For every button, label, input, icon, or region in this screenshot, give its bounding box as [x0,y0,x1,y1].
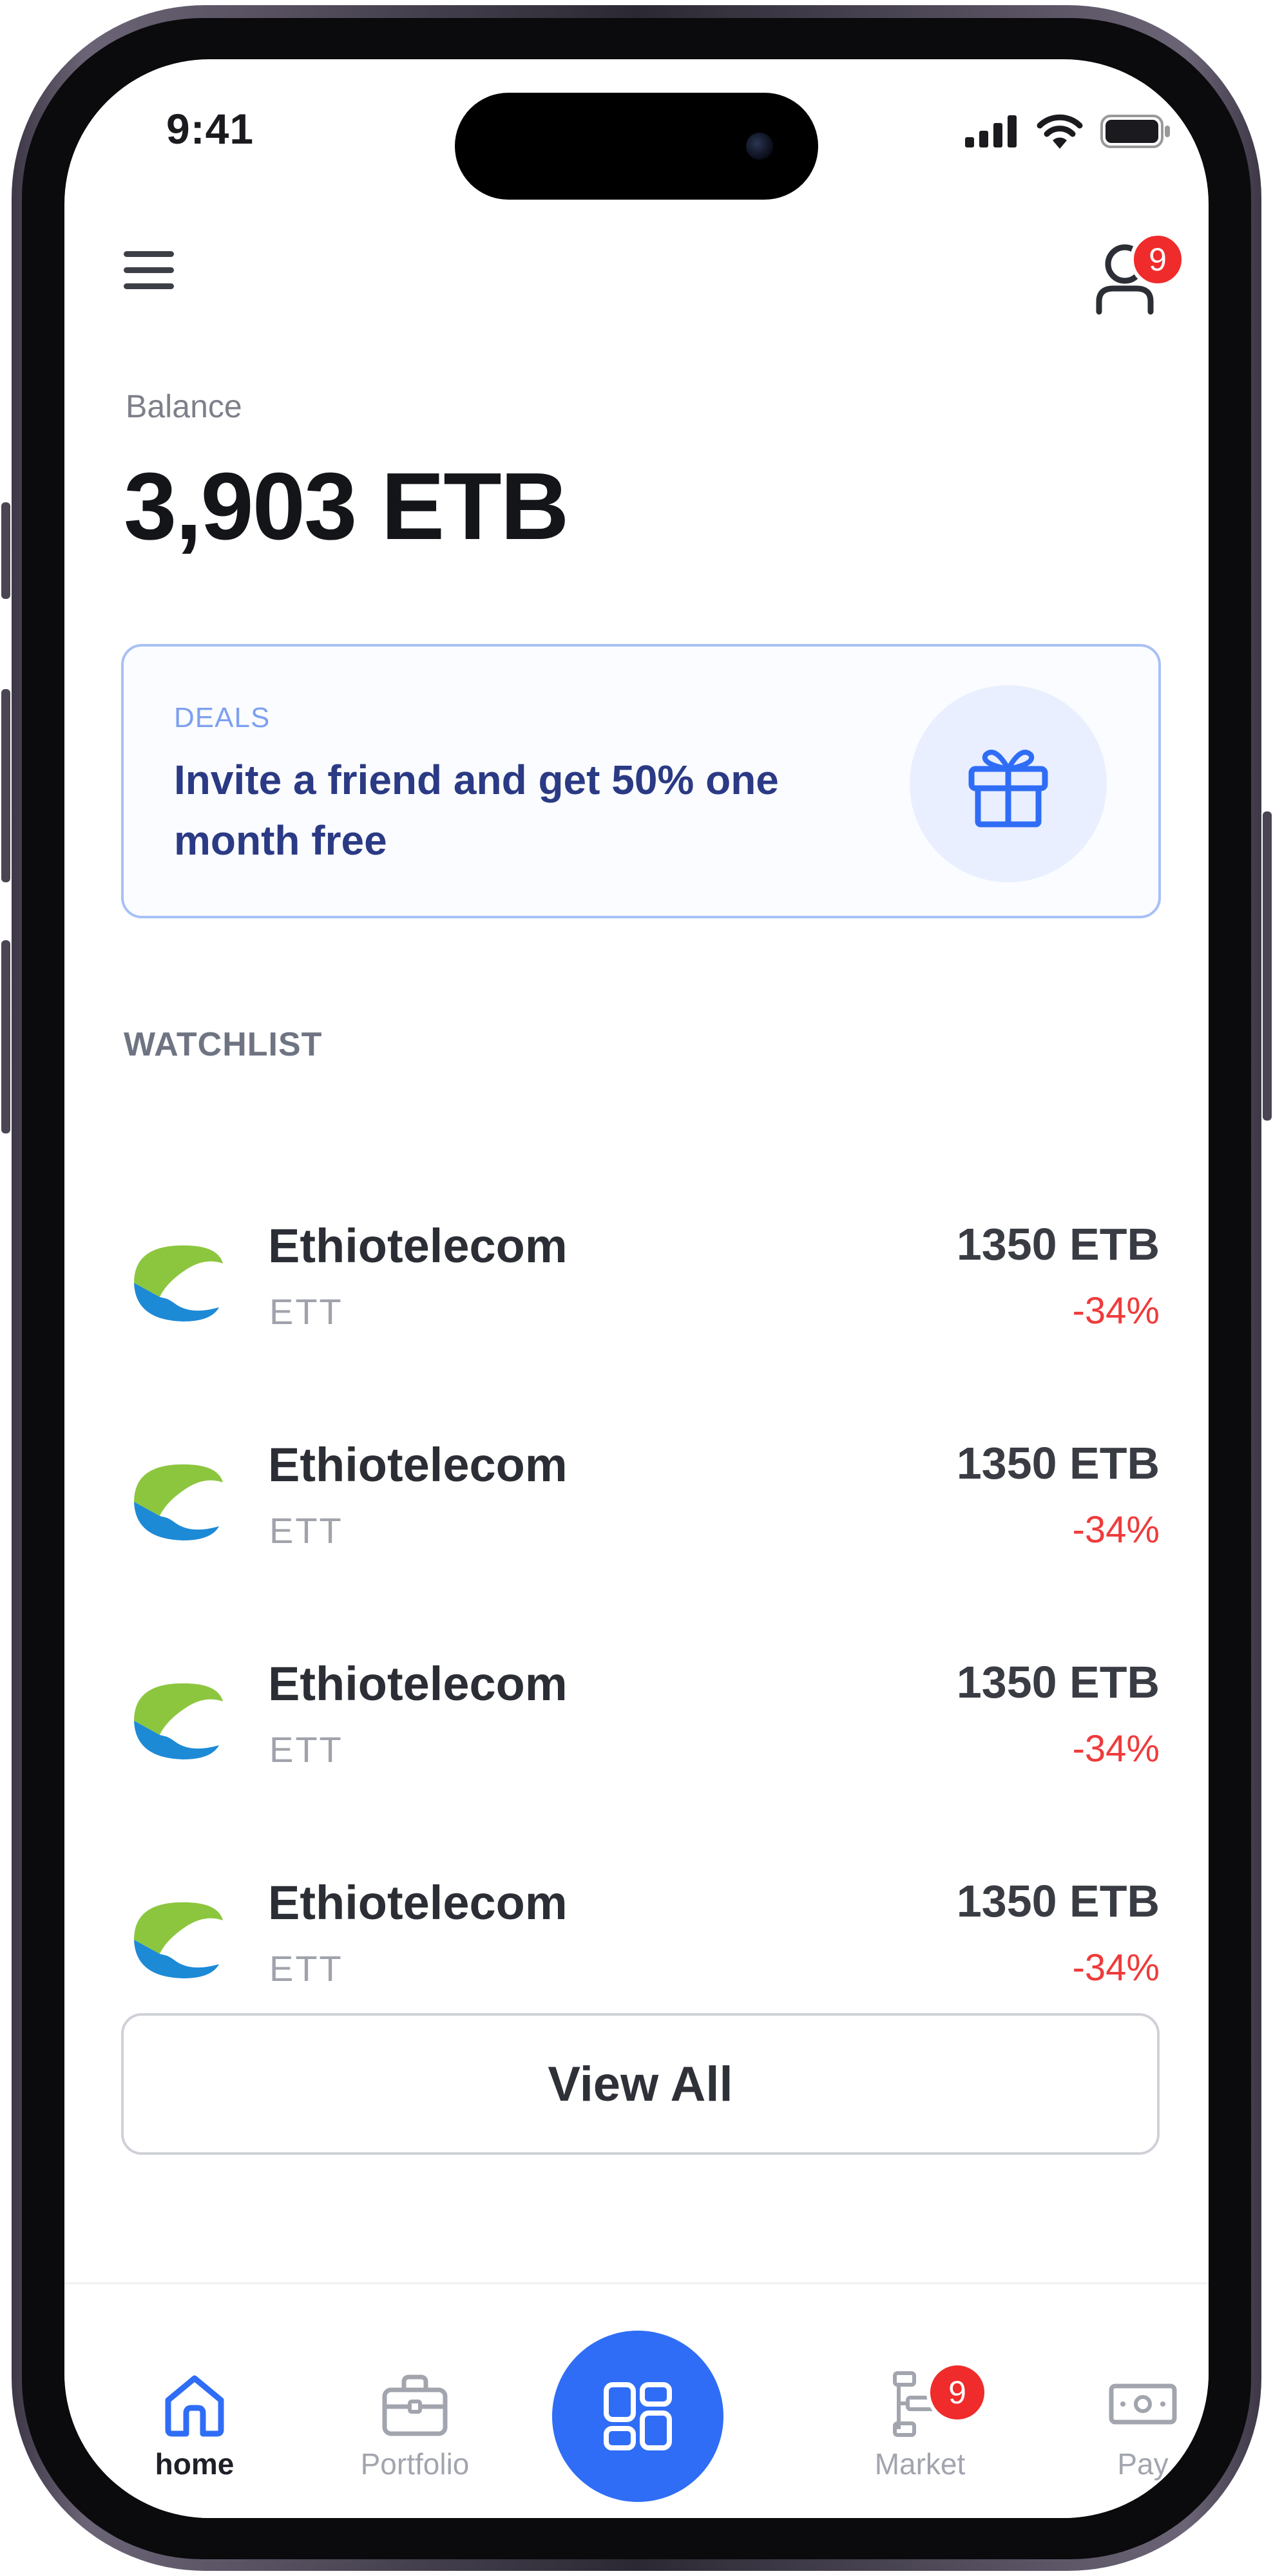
status-time: 9:41 [166,105,254,153]
watchlist-item[interactable]: Ethiotelecom ETT 1350 ETB -34% [121,1631,1160,1792]
deals-text: Invite a friend and get 50% one month fr… [174,757,779,864]
balance-value: 3,903 ETB [124,453,569,560]
stock-symbol: ETT [269,1510,343,1551]
watchlist-item[interactable]: Ethiotelecom ETT 1350 ETB -34% [121,1412,1160,1573]
ethiotelecom-logo-icon [134,1683,223,1759]
stock-name: Ethiotelecom [268,1876,568,1929]
side-button-volume-down [1,940,10,1133]
notification-badge: 9 [1130,232,1185,287]
status-icons [965,112,1171,151]
deals-card[interactable]: DEALS Invite a friend and get 50% one mo… [121,644,1161,918]
nav-label-market: Market [874,2447,966,2481]
stock-symbol: ETT [269,1948,343,1989]
hamburger-menu-icon [124,251,174,257]
wifi-icon [1037,114,1083,149]
gift-icon-container [910,685,1107,882]
stock-change: -34% [1072,1728,1160,1770]
nav-label-portfolio: Portfolio [360,2447,470,2481]
stock-price: 1350 ETB [956,1438,1160,1488]
nav-item-pay[interactable]: Pay [1066,2368,1209,2518]
app-screen: 9:41 9 Balance 3,903 ETB DEALS Invite a … [64,59,1209,2518]
cash-icon [1109,2383,1177,2425]
ethiotelecom-logo-icon [134,1902,223,1978]
deals-tag: DEALS [174,702,271,734]
watchlist-item[interactable]: Ethiotelecom ETT 1350 ETB -34% [121,1850,1160,1989]
view-all-button[interactable]: View All [121,2013,1160,2155]
ethiotelecom-logo-icon [134,1245,223,1321]
stock-name: Ethiotelecom [268,1657,568,1710]
menu-button[interactable] [124,250,175,291]
stock-name: Ethiotelecom [268,1219,568,1273]
profile-button[interactable]: 9 [1094,232,1185,316]
stock-symbol: ETT [269,1729,343,1770]
apps-grid-icon [604,2382,672,2450]
stock-change: -34% [1072,1947,1160,1989]
bottom-nav: home Portfolio 9 Market Pay [64,2282,1209,2518]
stock-price: 1350 ETB [956,1219,1160,1269]
home-icon [165,2375,224,2437]
side-button-action [1,502,10,599]
watchlist-title: WATCHLIST [124,1026,323,1063]
stock-change: -34% [1072,1290,1160,1332]
side-button-power [1263,811,1272,1121]
ethiotelecom-logo-icon [134,1464,223,1540]
camera-icon [746,133,773,160]
market-badge: 9 [926,2362,988,2423]
gift-icon [968,750,1048,828]
cellular-signal-icon [965,115,1017,147]
nav-item-portfolio[interactable]: Portfolio [338,2368,492,2518]
briefcase-icon [382,2374,448,2436]
battery-icon [1100,115,1170,148]
stock-change: -34% [1072,1509,1160,1551]
stock-price: 1350 ETB [956,1657,1160,1707]
nav-item-market[interactable]: 9 Market [843,2362,997,2518]
balance-label: Balance [126,388,242,424]
watchlist-item[interactable]: Ethiotelecom ETT 1350 ETB -34% [121,1193,1160,1354]
dynamic-island [455,93,818,200]
stock-symbol: ETT [269,1291,343,1332]
nav-label-home: home [155,2447,235,2481]
stock-price: 1350 ETB [956,1876,1160,1926]
nav-label-pay: Pay [1117,2447,1169,2481]
side-button-volume-up [1,689,10,882]
center-action-button[interactable] [552,2331,723,2502]
nav-item-home[interactable]: home [117,2368,272,2518]
stock-name: Ethiotelecom [268,1438,568,1492]
